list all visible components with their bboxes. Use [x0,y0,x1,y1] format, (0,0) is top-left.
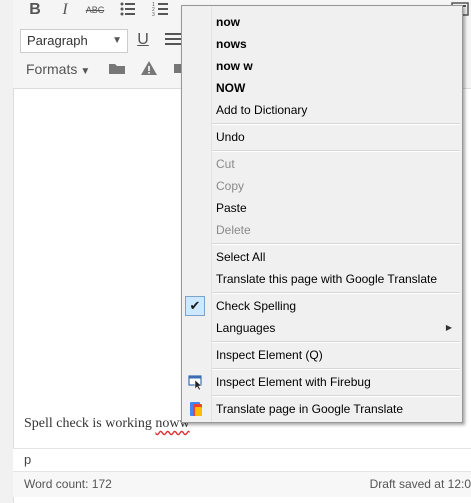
translate-page-label: Translate this page with Google Translat… [216,272,438,286]
numbered-list-icon[interactable]: 123 [151,0,171,20]
menu-separator [212,292,460,294]
path-bar: p [13,448,471,471]
editor-content[interactable]: Spell check is working noww [24,416,190,432]
languages-label: Languages [216,321,276,335]
menu-separator [212,123,460,125]
cut-item[interactable]: Cut [182,153,462,175]
suggestion-item[interactable]: NOW [182,77,462,99]
copy-item[interactable]: Copy [182,175,462,197]
inspect-element-label: Inspect Element (Q) [216,348,323,362]
undo-item[interactable]: Undo [182,126,462,148]
delete-item[interactable]: Delete [182,219,462,241]
path-element[interactable]: p [24,452,31,467]
paragraph-select-label: Paragraph [27,33,88,48]
menu-separator [212,368,460,370]
bulleted-list-icon[interactable] [118,0,138,20]
languages-item[interactable]: Languages ▶ [182,317,462,339]
delete-label: Delete [216,223,251,237]
suggestion-label: now [216,15,240,29]
status-bar: Word count: 172 Draft saved at 12:0 [13,471,471,497]
svg-text:3: 3 [152,12,155,18]
folder-icon[interactable] [107,59,127,79]
chevron-down-icon: ▼ [112,35,122,46]
select-all-label: Select All [216,250,266,264]
translate-page-item[interactable]: Translate this page with Google Translat… [182,268,462,290]
menu-separator [212,243,460,245]
translate-google-item[interactable]: Translate page in Google Translate [182,398,462,420]
check-spelling-label: Check Spelling [216,299,297,313]
suggestion-item[interactable]: now w [182,55,462,77]
submenu-arrow-icon: ▶ [445,323,452,332]
formats-label: Formats [26,61,78,77]
add-to-dictionary-label: Add to Dictionary [216,103,308,117]
bold-icon[interactable]: B [25,0,45,20]
menu-separator [212,341,460,343]
select-all-item[interactable]: Select All [182,246,462,268]
menu-separator [212,395,460,397]
inspect-firebug-label: Inspect Element with Firebug [216,375,371,389]
strikethrough-icon[interactable]: ABC [85,0,105,20]
checkmark-icon: ✔ [185,296,205,316]
inspect-element-item[interactable]: Inspect Element (Q) [182,344,462,366]
suggestion-label: nows [216,37,247,51]
paste-label: Paste [216,201,247,215]
inspect-firebug-item[interactable]: Inspect Element with Firebug [182,371,462,393]
undo-label: Undo [216,130,245,144]
suggestion-label: NOW [216,81,246,95]
cut-label: Cut [216,157,235,171]
draft-status: Draft saved at 12:0 [369,477,471,491]
italic-icon[interactable]: I [55,0,75,20]
add-to-dictionary-item[interactable]: Add to Dictionary [182,99,462,121]
formats-dropdown[interactable]: Formats ▼ [26,61,90,77]
menu-separator [212,150,460,152]
justify-icon[interactable] [163,30,183,50]
google-translate-icon [190,402,202,416]
chevron-down-icon: ▼ [80,66,91,77]
paragraph-format-select[interactable]: Paragraph ▼ [20,29,128,53]
underline-icon[interactable]: U [133,30,153,50]
editor-text: Spell check is working [24,416,156,431]
spellcheck-context-menu: now nows now w NOW Add to Dictionary Und… [181,5,463,423]
suggestion-item[interactable]: now [182,11,462,33]
firebug-inspect-icon [188,375,203,390]
check-spelling-item[interactable]: ✔ Check Spelling [182,295,462,317]
warning-icon[interactable] [139,59,159,79]
word-count: Word count: 172 [24,477,112,491]
paste-item[interactable]: Paste [182,197,462,219]
translate-google-label: Translate page in Google Translate [216,402,404,416]
copy-label: Copy [216,179,245,193]
suggestion-item[interactable]: nows [182,33,462,55]
suggestion-label: now w [216,59,253,73]
